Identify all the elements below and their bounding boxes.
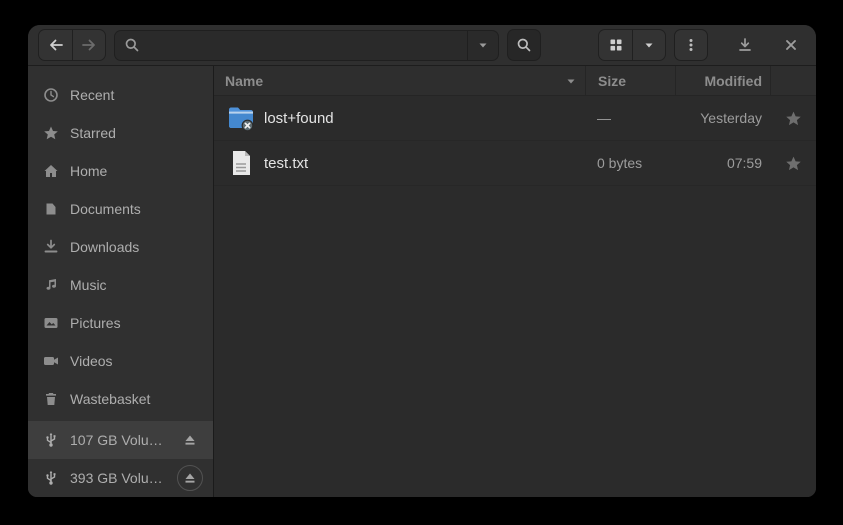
file-list-pane: Name Size Modified [214,66,816,497]
home-icon [43,163,59,179]
sidebar-item-label: Downloads [70,239,139,255]
sidebar-item-label: Documents [70,201,141,217]
sidebar-volume-107gb[interactable]: 107 GB Volu… [28,421,213,459]
column-header-size[interactable]: Size [585,66,675,95]
file-modified: Yesterday [675,110,770,126]
file-name: lost+found [264,110,334,127]
files-window: Recent Starred Home Documents [28,25,816,497]
sidebar: Recent Starred Home Documents [28,66,214,497]
chevron-down-icon [643,39,655,51]
folder-icon-with-x-emblem [225,102,257,134]
trash-icon [43,391,59,407]
sort-descending-icon [565,75,577,87]
sidebar-item-label: Recent [70,87,114,103]
file-size: 0 bytes [585,155,675,171]
text-file-icon [225,147,257,179]
picture-icon [43,315,59,331]
three-dot-menu-icon [683,37,699,53]
download-icon [737,37,753,53]
clock-icon [43,87,59,103]
search-toggle-button[interactable] [507,29,541,61]
sidebar-item-label: Starred [70,125,116,141]
chevron-down-icon [477,39,489,51]
sidebar-item-wastebasket[interactable]: Wastebasket [28,380,213,418]
column-headers: Name Size Modified [214,66,816,96]
usb-drive-icon [43,470,59,486]
eject-button[interactable] [177,427,203,453]
sidebar-item-documents[interactable]: Documents [28,190,213,228]
grid-view-button[interactable] [599,30,632,60]
file-row-lost-found[interactable]: lost+found — Yesterday [214,96,816,141]
file-modified: 07:59 [675,155,770,171]
star-icon [785,155,802,172]
star-toggle-button[interactable] [785,110,802,127]
back-button[interactable] [39,30,72,60]
document-icon [43,201,59,217]
history-button-group [38,29,106,61]
star-toggle-button[interactable] [785,155,802,172]
sidebar-item-recent[interactable]: Recent [28,76,213,114]
download-icon [43,239,59,255]
file-name: test.txt [264,155,308,172]
sidebar-item-label: Home [70,163,107,179]
star-icon [785,110,802,127]
eject-icon [183,471,197,485]
sidebar-item-label: Videos [70,353,113,369]
view-options-dropdown-button[interactable] [632,30,665,60]
location-search-entry[interactable] [114,30,499,61]
column-header-star [770,66,816,95]
sidebar-volume-393gb[interactable]: 393 GB Volu… [28,459,213,497]
search-icon [124,37,140,53]
headerbar [28,25,816,66]
search-icon [516,37,532,53]
operations-button[interactable] [730,29,760,61]
star-icon [43,125,59,141]
grid-view-icon [608,37,624,53]
column-header-name[interactable]: Name [214,66,585,95]
sidebar-item-downloads[interactable]: Downloads [28,228,213,266]
file-rows: lost+found — Yesterday [214,96,816,497]
volume-label: 393 GB Volu… [70,470,166,486]
arrow-left-icon [48,37,64,53]
usb-drive-icon [43,432,59,448]
sidebar-item-music[interactable]: Music [28,266,213,304]
location-dropdown-button[interactable] [468,31,498,60]
arrow-right-icon [81,37,97,53]
eject-button[interactable] [177,465,203,491]
sidebar-item-starred[interactable]: Starred [28,114,213,152]
file-size: — [585,110,675,126]
sidebar-item-pictures[interactable]: Pictures [28,304,213,342]
column-header-modified[interactable]: Modified [675,66,770,95]
sidebar-item-label: Music [70,277,107,293]
close-window-button[interactable] [776,29,806,61]
eject-icon [183,433,197,447]
video-camera-icon [43,353,59,369]
file-row-test-txt[interactable]: test.txt 0 bytes 07:59 [214,141,816,186]
volume-label: 107 GB Volu… [70,432,166,448]
sidebar-item-home[interactable]: Home [28,152,213,190]
close-icon [784,38,798,52]
sidebar-item-videos[interactable]: Videos [28,342,213,380]
sidebar-item-label: Wastebasket [70,391,150,407]
sidebar-item-label: Pictures [70,315,121,331]
view-button-group [598,29,666,61]
main-menu-button[interactable] [674,29,708,61]
forward-button[interactable] [72,30,105,60]
music-note-icon [43,277,59,293]
